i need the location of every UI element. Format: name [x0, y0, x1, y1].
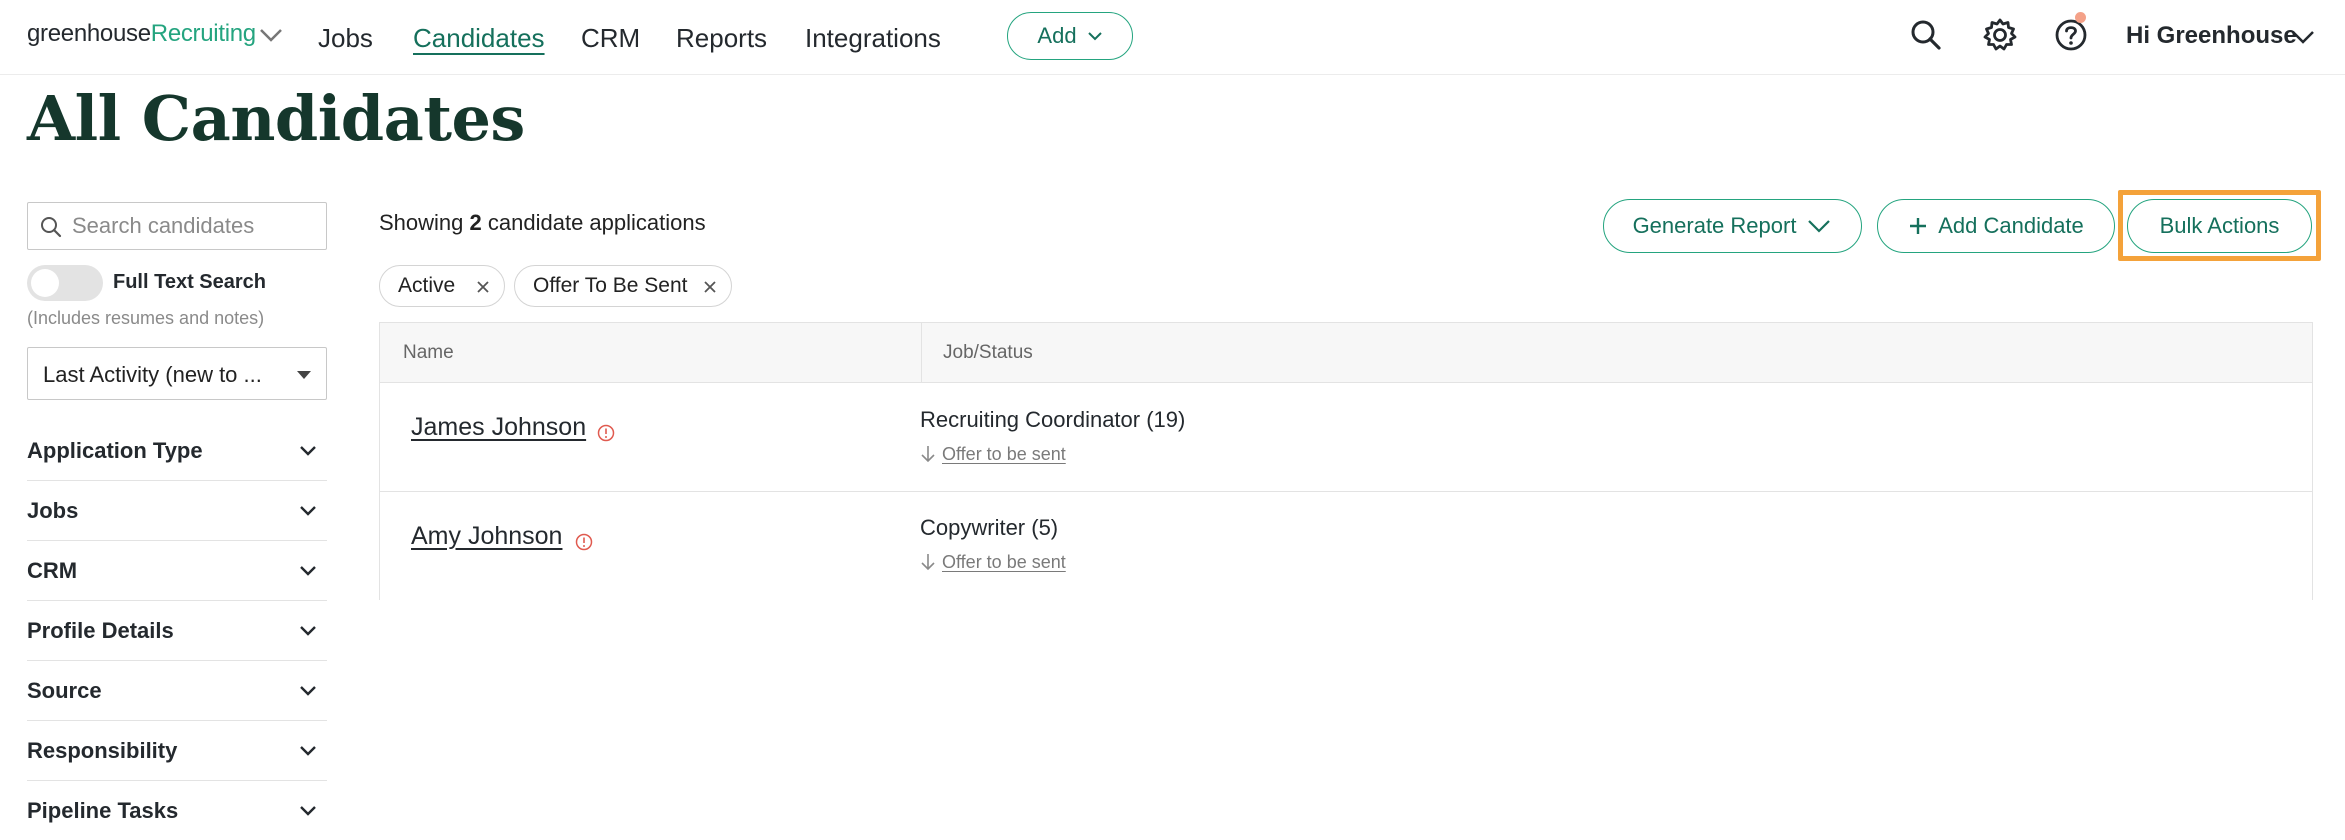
filter-pipeline-tasks[interactable]: Pipeline Tasks [27, 781, 327, 840]
job-title: Copywriter (5) [920, 515, 1059, 540]
full-text-search-label: Full Text Search [113, 271, 267, 293]
nav-jobs[interactable]: Jobs [318, 23, 373, 54]
notification-dot [2075, 12, 2086, 23]
greenhouse-logo[interactable]: greenhouseRecruiting [27, 20, 256, 48]
chevron-down-icon [300, 746, 316, 756]
plus-icon [1910, 218, 1927, 234]
filter-label: Source [27, 678, 102, 703]
chip-label: Active [398, 274, 456, 297]
chevron-down-icon [1087, 32, 1102, 41]
nav-crm[interactable]: CRM [581, 23, 640, 54]
page-title: All Candidates [27, 82, 525, 155]
column-header-job-status: Job/Status [943, 342, 1033, 363]
search-candidates-input[interactable] [72, 211, 317, 241]
status-link[interactable]: Offer to be sent [942, 444, 1066, 465]
column-divider [921, 323, 922, 383]
close-icon[interactable] [703, 280, 717, 294]
showing-prefix: Showing [379, 210, 464, 235]
filter-jobs[interactable]: Jobs [27, 481, 327, 541]
filter-responsibility[interactable]: Responsibility [27, 721, 327, 781]
logo-accent-text: Recruiting [150, 20, 256, 47]
caret-down-icon [297, 371, 311, 379]
showing-count: 2 [469, 210, 482, 235]
status-link[interactable]: Offer to be sent [942, 552, 1066, 573]
job-title: Recruiting Coordinator (19) [920, 407, 1186, 432]
nav-reports[interactable]: Reports [676, 23, 767, 54]
filter-application-type[interactable]: Application Type [27, 421, 327, 481]
chevron-down-icon [300, 446, 316, 456]
chip-label: Offer To Be Sent [533, 274, 688, 297]
chevron-down-icon [300, 566, 316, 576]
candidate-name-link[interactable]: Amy Johnson [411, 522, 562, 551]
close-icon[interactable] [476, 280, 490, 294]
chevron-down-icon[interactable] [258, 26, 284, 44]
full-text-search-note: (Includes resumes and notes) [27, 308, 265, 328]
sort-select[interactable]: Last Activity (new to ... [27, 347, 327, 400]
add-candidate-label: Add Candidate [1938, 213, 2084, 238]
filter-profile-details[interactable]: Profile Details [27, 601, 327, 661]
chevron-down-icon [300, 806, 316, 816]
table-row: Amy Johnson Copywriter (5) Offer to be s… [380, 492, 2312, 601]
search-icon [41, 217, 62, 238]
chevron-down-icon [300, 626, 316, 636]
nav-candidates[interactable]: Candidates [413, 23, 545, 54]
filter-label: Responsibility [27, 738, 178, 763]
alert-icon[interactable] [597, 424, 615, 442]
search-icon[interactable] [1908, 17, 1944, 53]
chevron-down-icon [300, 506, 316, 516]
filter-source[interactable]: Source [27, 661, 327, 721]
filter-label: Pipeline Tasks [27, 798, 179, 823]
showing-suffix: candidate applications [487, 210, 706, 235]
filter-label: Profile Details [27, 618, 174, 643]
logo-main-text: greenhouse [27, 20, 151, 47]
gear-icon[interactable] [1982, 17, 2018, 53]
top-navigation: greenhouseRecruiting Jobs Candidates CRM… [0, 0, 2345, 75]
table-header: Name Job/Status [380, 322, 2312, 383]
filter-crm[interactable]: CRM [27, 541, 327, 601]
full-text-search-toggle[interactable] [27, 265, 103, 301]
help-icon[interactable] [2053, 17, 2089, 53]
column-header-name[interactable]: Name [403, 342, 454, 364]
sort-select-value: Last Activity (new to ... [43, 362, 262, 387]
chevron-down-icon[interactable] [2290, 28, 2316, 46]
generate-report-button[interactable]: Generate Report [1603, 199, 1862, 253]
filter-label: Application Type [27, 438, 203, 463]
chevron-down-icon [300, 686, 316, 696]
add-candidate-button[interactable]: Add Candidate [1877, 199, 2115, 253]
add-button-label: Add [1037, 23, 1077, 48]
generate-report-label: Generate Report [1632, 213, 1797, 238]
highlight-box [2118, 190, 2321, 261]
results-summary: Showing 2 candidate applications [379, 210, 706, 236]
filter-label: Jobs [27, 498, 79, 523]
table-row: James Johnson Recruiting Coordinator (19… [380, 383, 2312, 492]
filter-chip-offer-to-be-sent: Offer To Be Sent [514, 265, 732, 307]
add-button[interactable]: Add [1007, 12, 1133, 60]
search-candidates-field[interactable] [27, 202, 327, 250]
candidate-name-link[interactable]: James Johnson [411, 413, 586, 442]
arrow-down-icon [921, 446, 935, 463]
nav-integrations[interactable]: Integrations [805, 23, 941, 54]
arrow-down-icon [921, 554, 935, 571]
candidates-table: Name Job/Status James Johnson Recruiting… [379, 322, 2313, 600]
filter-label: CRM [27, 558, 78, 583]
alert-icon[interactable] [575, 533, 593, 551]
filter-chip-active: Active [379, 265, 505, 307]
user-menu[interactable]: Hi Greenhouse [2126, 22, 2297, 50]
chevron-down-icon [1808, 220, 1831, 233]
toggle-knob [31, 269, 59, 297]
